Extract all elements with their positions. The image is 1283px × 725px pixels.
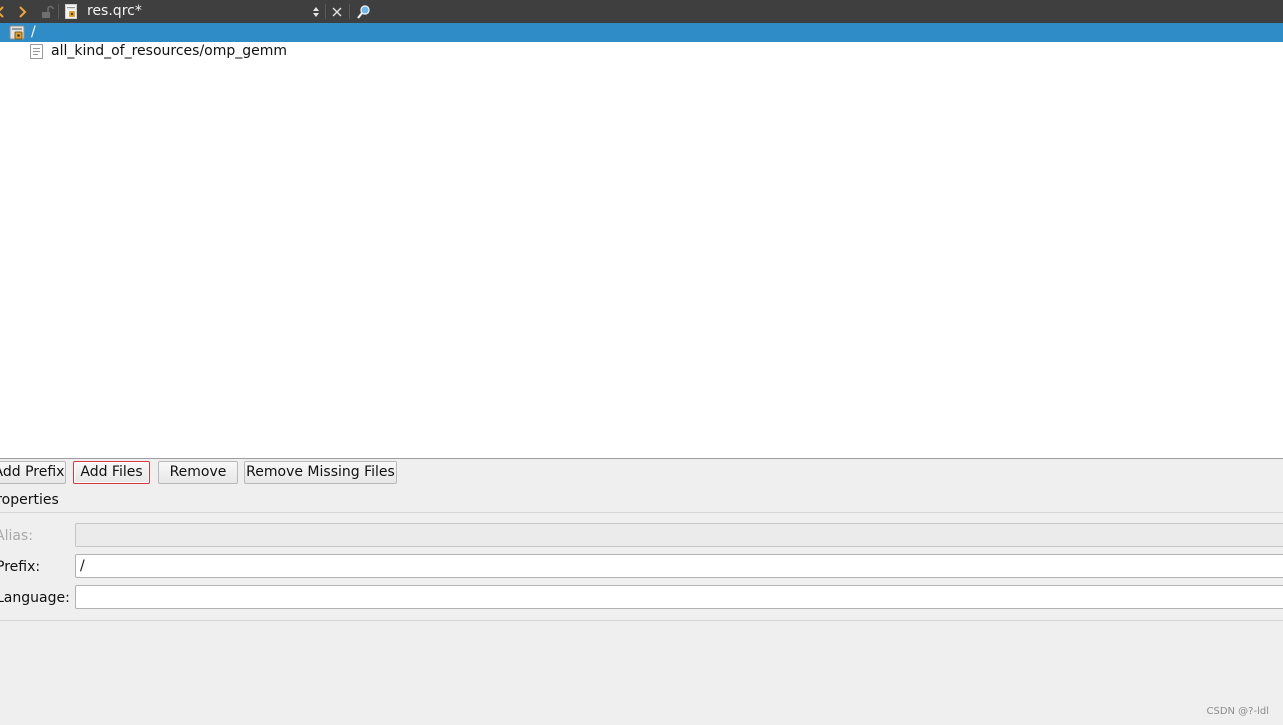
tree-item-file[interactable]: all_kind_of_resources/omp_gemm [0, 42, 1283, 61]
document-title[interactable]: res.qrc* [87, 3, 142, 20]
tree-item-label: / [31, 24, 36, 40]
close-icon [332, 7, 342, 16]
forward-button[interactable] [14, 0, 30, 23]
document-dropdown[interactable] [310, 0, 322, 23]
remove-button[interactable]: Remove [158, 461, 238, 484]
properties-divider [0, 512, 1283, 513]
back-button[interactable] [0, 0, 8, 23]
prefix-input[interactable]: / [75, 554, 1283, 578]
tree-item-label: all_kind_of_resources/omp_gemm [51, 43, 288, 59]
alias-input [75, 523, 1283, 547]
resource-editor-panel: Add Prefix Add Files Remove Remove Missi… [0, 458, 1283, 725]
resource-tree[interactable]: / all_kind_of_resources/omp_gemm [0, 23, 1283, 458]
toolbar-separator [325, 4, 326, 19]
prefix-label: Prefix: [0, 559, 41, 575]
properties-group-title: Properties [0, 492, 59, 508]
alias-label: Alias: [0, 528, 33, 544]
search-icon [357, 4, 370, 19]
file-type-icon-holder [62, 0, 80, 23]
chevron-right-icon [19, 5, 27, 18]
locator-button[interactable] [354, 0, 374, 23]
lock-button[interactable] [38, 0, 56, 23]
unlock-icon [42, 5, 54, 18]
close-document-button[interactable] [329, 0, 345, 23]
qrc-file-icon [65, 4, 77, 19]
tree-item-prefix[interactable]: / [0, 23, 1283, 42]
updown-arrows-icon [313, 6, 319, 17]
chevron-left-icon [0, 5, 4, 18]
language-label: Language: [0, 590, 70, 606]
properties-bottom-divider [0, 620, 1283, 621]
remove-missing-files-button[interactable]: Remove Missing Files [244, 461, 397, 484]
add-prefix-button[interactable]: Add Prefix [0, 461, 66, 484]
language-input[interactable] [75, 585, 1283, 609]
editor-toolbar: res.qrc* [0, 0, 1283, 23]
add-files-button[interactable]: Add Files [73, 461, 150, 484]
toolbar-separator [58, 4, 59, 19]
watermark-text: CSDN @?-ldl [1206, 706, 1269, 717]
toolbar-separator [349, 4, 350, 19]
text-file-icon [30, 44, 43, 65]
